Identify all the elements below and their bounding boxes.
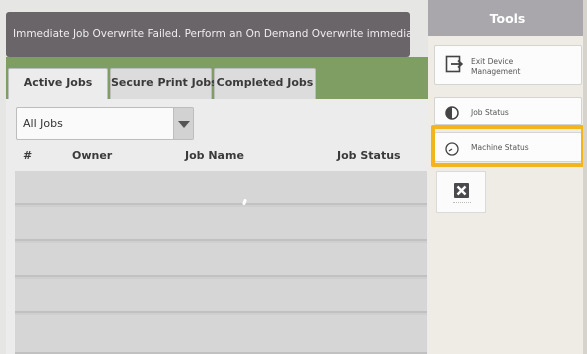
job-status-icon bbox=[445, 105, 459, 124]
machine-status-button[interactable]: Machine Status bbox=[434, 132, 582, 162]
job-filter-dropdown[interactable]: All Jobs bbox=[16, 107, 194, 140]
table-row[interactable] bbox=[15, 207, 427, 241]
job-filter-value: All Jobs bbox=[23, 117, 63, 130]
dropdown-button[interactable] bbox=[173, 108, 193, 139]
column-header-job-name[interactable]: Job Name bbox=[185, 149, 244, 162]
table-row[interactable] bbox=[15, 171, 427, 205]
jobs-panel: Immediate Job Overwrite Failed. Perform … bbox=[0, 0, 428, 354]
screen-edge bbox=[583, 0, 587, 354]
close-button[interactable] bbox=[436, 171, 486, 213]
column-header-number[interactable]: # bbox=[23, 149, 32, 162]
tools-title: Tools bbox=[428, 0, 587, 36]
exit-device-management-label: Exit Device Management bbox=[471, 57, 521, 76]
table-row[interactable] bbox=[15, 279, 427, 313]
overwrite-failed-banner: Immediate Job Overwrite Failed. Perform … bbox=[6, 12, 410, 57]
close-divider bbox=[453, 202, 471, 204]
job-status-label: Job Status bbox=[471, 108, 509, 117]
column-header-owner[interactable]: Owner bbox=[72, 149, 112, 162]
exit-icon bbox=[445, 55, 464, 77]
table-row[interactable] bbox=[15, 315, 427, 354]
machine-status-label: Machine Status bbox=[471, 143, 529, 152]
machine-status-icon bbox=[445, 141, 459, 160]
column-header-job-status[interactable]: Job Status bbox=[337, 149, 401, 162]
jobs-content: All Jobs # Owner Job Name Job Status bbox=[6, 99, 428, 354]
chevron-down-icon bbox=[178, 121, 190, 128]
tab-completed-jobs[interactable]: Completed Jobs bbox=[214, 68, 316, 99]
tab-active-jobs[interactable]: Active Jobs bbox=[8, 68, 108, 101]
table-row[interactable] bbox=[15, 243, 427, 277]
close-icon bbox=[454, 183, 469, 198]
job-status-button[interactable]: Job Status bbox=[434, 97, 582, 125]
tab-secure-print-jobs[interactable]: Secure Print Jobs bbox=[110, 68, 218, 99]
exit-device-management-button[interactable]: Exit Device Management bbox=[434, 45, 582, 85]
job-list bbox=[15, 171, 427, 354]
